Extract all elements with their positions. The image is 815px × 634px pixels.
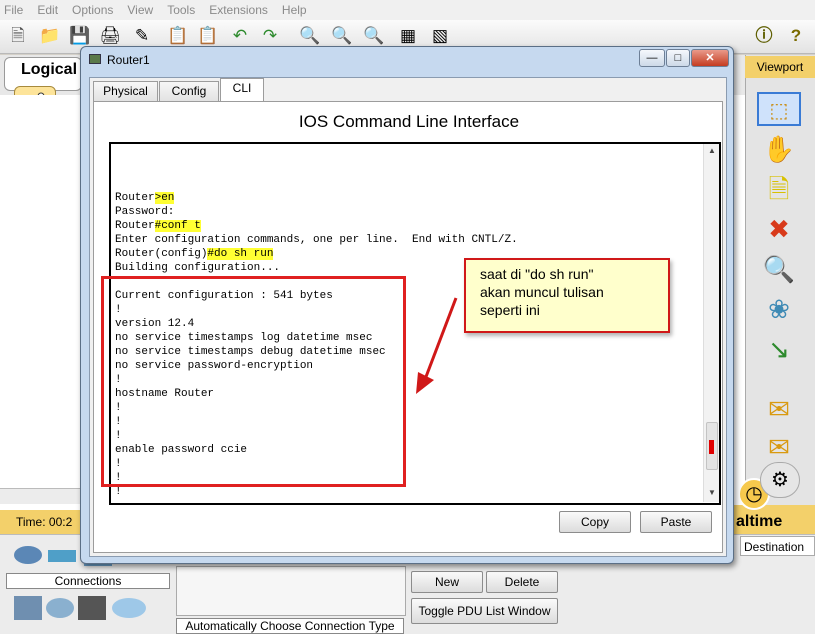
cli-line: Router>en bbox=[115, 191, 699, 205]
wan-emulation-icon[interactable] bbox=[46, 598, 74, 618]
annotation-line: saat di "do sh run" bbox=[480, 266, 594, 282]
viewport-button[interactable]: Viewport bbox=[745, 56, 815, 78]
undo-icon[interactable]: ↶ bbox=[228, 24, 252, 48]
cli-line bbox=[115, 149, 699, 163]
window-title: Router1 bbox=[107, 53, 150, 67]
resize-shape-icon[interactable]: ↘ bbox=[757, 332, 801, 366]
cli-header: IOS Command Line Interface bbox=[298, 112, 520, 131]
scroll-marker bbox=[709, 440, 714, 454]
auto-connection-label: Automatically Choose Connection Type bbox=[176, 618, 404, 634]
menu-help[interactable]: Help bbox=[282, 3, 307, 17]
zoom-reset-icon[interactable]: 🔍 bbox=[330, 24, 354, 48]
connection-types-list bbox=[176, 566, 406, 616]
switch-category-icon[interactable] bbox=[48, 550, 76, 562]
scroll-down-icon[interactable]: ▼ bbox=[704, 488, 719, 500]
activity-wizard-icon[interactable]: ✎ bbox=[130, 24, 154, 48]
move-layout-icon[interactable]: ✋ bbox=[757, 132, 801, 166]
zoom-in-icon[interactable]: 🔍 bbox=[298, 24, 322, 48]
highlighted-command: #do sh run bbox=[207, 248, 274, 260]
custom-device-icon[interactable]: ▧ bbox=[428, 24, 452, 48]
tab-cli[interactable]: CLI bbox=[220, 78, 264, 102]
highlighted-command: #conf t bbox=[154, 220, 201, 232]
add-simple-pdu-icon[interactable]: ✉ bbox=[757, 392, 801, 426]
menu-extensions[interactable]: Extensions bbox=[209, 3, 268, 17]
delete-icon[interactable]: ✖ bbox=[757, 212, 801, 246]
annotation-line: seperti ini bbox=[480, 302, 540, 318]
cli-scrollbar[interactable]: ▲ ▼ bbox=[703, 144, 719, 502]
cli-text: Router bbox=[115, 192, 155, 204]
cli-text: Router(config) bbox=[115, 248, 208, 260]
add-complex-pdu-icon[interactable]: ✉ bbox=[757, 430, 801, 464]
menu-edit[interactable]: Edit bbox=[37, 3, 58, 17]
destination-column-header: Destination bbox=[740, 536, 815, 556]
cli-text: Enter configuration commands, one per li… bbox=[115, 234, 518, 246]
highlighted-command: >en bbox=[154, 192, 175, 204]
paste-button[interactable]: Paste bbox=[640, 511, 712, 533]
new-file-icon[interactable]: 🗎 bbox=[6, 24, 30, 48]
menu-options[interactable]: Options bbox=[72, 3, 113, 17]
realtime-mode-label[interactable]: altime bbox=[728, 505, 815, 535]
zoom-out-icon[interactable]: 🔍 bbox=[362, 24, 386, 48]
place-note-icon[interactable]: 🗎 bbox=[757, 172, 801, 206]
annotation-line: akan muncul tulisan bbox=[480, 284, 604, 300]
help-icon[interactable]: ? bbox=[784, 24, 808, 48]
highlight-box bbox=[101, 276, 406, 487]
menu-bar: File Edit Options View Tools Extensions … bbox=[0, 0, 815, 20]
close-button[interactable]: ✕ bbox=[691, 49, 729, 67]
select-icon[interactable]: ⬚ bbox=[757, 92, 801, 126]
cli-line: Router#conf t bbox=[115, 219, 699, 233]
end-device-icon[interactable] bbox=[14, 596, 42, 620]
toggle-pdu-list-button[interactable]: Toggle PDU List Window bbox=[411, 598, 558, 624]
paste-icon[interactable]: 📋 bbox=[196, 24, 220, 48]
tab-config[interactable]: Config bbox=[159, 81, 219, 101]
connections-label: Connections bbox=[6, 573, 170, 589]
copy-button[interactable]: Copy bbox=[559, 511, 631, 533]
multiuser-cloud-icon[interactable] bbox=[112, 598, 146, 618]
save-icon[interactable]: 💾 bbox=[68, 24, 92, 48]
cli-text: Password: bbox=[115, 206, 175, 218]
tab-physical[interactable]: Physical bbox=[93, 81, 158, 101]
inspect-icon[interactable]: 🔍 bbox=[757, 252, 801, 286]
router-category-icon[interactable] bbox=[14, 546, 42, 564]
info-icon[interactable]: ⓘ bbox=[752, 24, 776, 48]
open-folder-icon[interactable]: 📁 bbox=[38, 24, 62, 48]
time-display: Time: 00:2 bbox=[0, 510, 90, 534]
annotation-note: saat di "do sh run" akan muncul tulisan … bbox=[464, 258, 670, 333]
menu-view[interactable]: View bbox=[127, 3, 153, 17]
minimize-button[interactable]: — bbox=[639, 49, 665, 67]
cli-line bbox=[115, 163, 699, 177]
cli-line: Enter configuration commands, one per li… bbox=[115, 233, 699, 247]
print-icon[interactable]: 🖨 bbox=[98, 24, 122, 48]
menu-tools[interactable]: Tools bbox=[167, 3, 195, 17]
cli-line: ! bbox=[115, 485, 699, 499]
menu-file[interactable]: File bbox=[4, 3, 23, 17]
palette-icon[interactable]: ▦ bbox=[396, 24, 420, 48]
cli-text: Building configuration... bbox=[115, 262, 281, 274]
cli-line bbox=[115, 177, 699, 191]
new-scenario-button[interactable]: New bbox=[411, 571, 483, 593]
custom-device-category-icon[interactable] bbox=[78, 596, 106, 620]
maximize-button[interactable]: □ bbox=[666, 49, 690, 67]
cli-line: Password: bbox=[115, 205, 699, 219]
redo-icon[interactable]: ↷ bbox=[258, 24, 282, 48]
copy-icon[interactable]: 📋 bbox=[166, 24, 190, 48]
cli-text: Router bbox=[115, 220, 155, 232]
annotation-arrow bbox=[416, 297, 458, 394]
delete-scenario-button[interactable]: Delete bbox=[486, 571, 558, 593]
cli-text: ! bbox=[115, 486, 122, 498]
workspace-scrollbar[interactable] bbox=[0, 488, 90, 504]
scroll-up-icon[interactable]: ▲ bbox=[704, 146, 719, 158]
draw-shape-icon[interactable]: ❀ bbox=[757, 292, 801, 326]
simulation-icon[interactable]: ⚙ bbox=[760, 462, 800, 498]
